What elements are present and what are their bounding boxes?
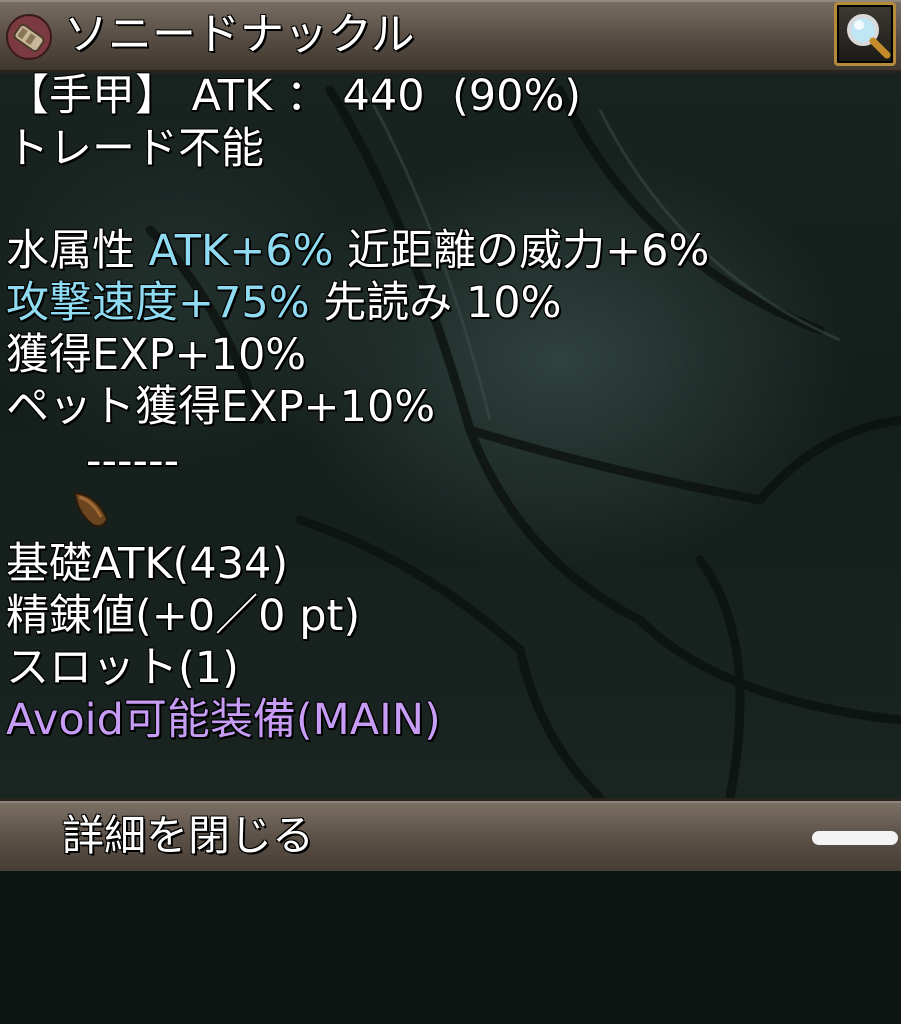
close-details-label: 詳細を閉じる xyxy=(62,811,315,860)
stat-line-element: 水属性 ATK+6% 近距離の威力+6% xyxy=(6,225,709,278)
magnifier-icon xyxy=(847,14,891,59)
seed-icon xyxy=(12,434,108,528)
refine-value: 精錬値(+0／0 pt) xyxy=(6,591,361,641)
base-atk: 基礎ATK(434) xyxy=(6,539,289,589)
scroll-handle[interactable] xyxy=(812,831,898,845)
item-name: ソニードナックル xyxy=(64,9,415,60)
item-title-bar: ソニードナックル xyxy=(0,0,901,73)
exp-gain: 獲得EXP+10% xyxy=(6,330,307,380)
item-detail-panel: 【手甲】 ATK ： 440 (90%) トレード不能 水属性 ATK+6% 近… xyxy=(0,70,901,1024)
search-button[interactable] xyxy=(834,2,896,66)
atk-bonus: ATK+6% xyxy=(148,226,334,276)
slot-count: スロット(1) xyxy=(6,643,239,693)
close-details-button[interactable]: 詳細を閉じる xyxy=(0,798,901,871)
xtal-slot-empty: ------ xyxy=(86,436,180,486)
knuckle-item-icon xyxy=(4,12,54,62)
pet-exp-gain: ペット獲得EXP+10% xyxy=(6,382,436,432)
melee-power: 近距離の威力+6% xyxy=(347,226,710,276)
item-type-line: 【手甲】 ATK ： 440 (90%) xyxy=(6,71,582,121)
anticipate: 先読み 10% xyxy=(323,278,562,328)
attack-speed: 攻撃速度+75% xyxy=(6,278,310,328)
trade-status: トレード不能 xyxy=(6,124,264,174)
stat-line-speed: 攻撃速度+75% 先読み 10% xyxy=(6,277,562,330)
element-label: 水属性 xyxy=(6,226,135,276)
avoid-equip: Avoid可能装備(MAIN) xyxy=(6,695,441,745)
